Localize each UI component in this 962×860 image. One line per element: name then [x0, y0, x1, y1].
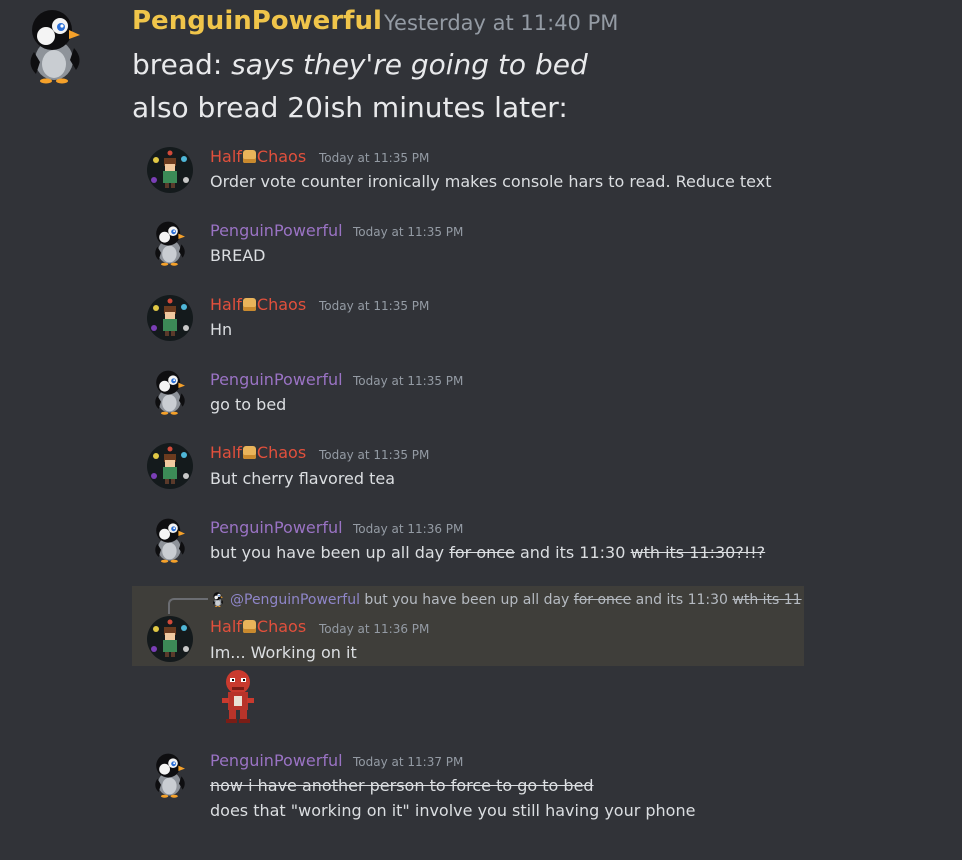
avatar-halfchaos-icon[interactable] [146, 615, 194, 663]
author-name-part: Chaos [256, 295, 307, 314]
reply-connector [168, 598, 208, 614]
timestamp: Today at 11:35 PM [353, 374, 464, 388]
avatar-penguin-icon[interactable] [146, 367, 194, 415]
message-text: BREAD [210, 246, 266, 265]
avatar-penguin-icon[interactable] [146, 515, 194, 563]
reply-text: but you have been up all day [359, 592, 574, 608]
author-name[interactable]: PenguinPowerful [210, 518, 343, 537]
message-text: but you have been up all day for once an… [210, 543, 765, 562]
author-name[interactable]: PenguinPowerful [210, 370, 343, 389]
avatar-penguin-icon[interactable] [146, 218, 194, 266]
message-text: Im... Working on it [210, 643, 357, 662]
message-text: Hn [210, 320, 233, 339]
strikethrough-text: now i have another person to force to go… [210, 776, 594, 795]
message-text: Order vote counter ironically makes cons… [210, 172, 772, 191]
timestamp: Today at 11:35 PM [319, 151, 430, 165]
reply-preview[interactable]: @PenguinPowerful but you have been up al… [230, 592, 802, 608]
avatar-halfchaos-icon[interactable] [146, 442, 194, 490]
reply-text: and its 11:30 [631, 592, 733, 608]
strikethrough-text: for once [449, 543, 515, 562]
message-text: bread: [132, 48, 232, 81]
avatar-halfchaos-icon[interactable] [146, 294, 194, 342]
author-name[interactable]: Half Chaos [210, 443, 306, 462]
author-name[interactable]: PenguinPowerful [210, 751, 343, 770]
sticker-red-creature-icon[interactable] [218, 668, 258, 724]
bread-icon [242, 446, 256, 459]
strikethrough-text: for once [573, 592, 632, 608]
bread-icon [242, 150, 256, 163]
timestamp: Today at 11:35 PM [353, 225, 464, 239]
timestamp: Today at 11:35 PM [319, 448, 430, 462]
message-text: go to bed [210, 395, 287, 414]
author-name-part: Chaos [256, 147, 307, 166]
timestamp: Today at 11:35 PM [319, 299, 430, 313]
author-name-part: Half [210, 443, 242, 462]
message-text: But cherry flavored tea [210, 469, 396, 488]
author-name-part: Chaos [256, 443, 307, 462]
message-italic-text: says they're going to bed [231, 48, 588, 81]
message-text-part: but you have been up all day [210, 543, 450, 562]
message-author[interactable]: PenguinPowerful [132, 6, 382, 36]
bread-icon [242, 298, 256, 311]
chat-screenshot: { "header": { "author": "PenguinPowerful… [0, 0, 962, 860]
timestamp: Today at 11:37 PM [353, 755, 464, 769]
reply-mention[interactable]: @PenguinPowerful [230, 592, 360, 608]
strikethrough-text: wth its 11:30?!!? [630, 543, 766, 562]
avatar-halfchaos-icon[interactable] [146, 146, 194, 194]
strikethrough-text: wth its 11 [732, 592, 802, 608]
message-line: bread: says they're going to bed [132, 48, 588, 81]
author-name[interactable]: Half Chaos [210, 617, 306, 636]
author-name-part: Chaos [256, 617, 307, 636]
bread-icon [242, 620, 256, 633]
timestamp: Today at 11:36 PM [353, 522, 464, 536]
avatar-penguin-icon[interactable] [24, 4, 86, 84]
message-timestamp: Yesterday at 11:40 PM [384, 11, 619, 35]
author-name-part: Half [210, 617, 242, 636]
author-name[interactable]: Half Chaos [210, 147, 306, 166]
message-text: does that "working on it" involve you st… [210, 801, 696, 820]
author-name-part: Half [210, 295, 242, 314]
author-name[interactable]: PenguinPowerful [210, 221, 343, 240]
avatar-penguin-icon[interactable] [146, 750, 194, 798]
reply-avatar-icon[interactable] [210, 591, 226, 607]
author-name[interactable]: Half Chaos [210, 295, 306, 314]
message-text-part: and its 11:30 [514, 543, 631, 562]
timestamp: Today at 11:36 PM [319, 622, 430, 636]
message-line: also bread 20ish minutes later: [132, 91, 568, 124]
author-name-part: Half [210, 147, 242, 166]
